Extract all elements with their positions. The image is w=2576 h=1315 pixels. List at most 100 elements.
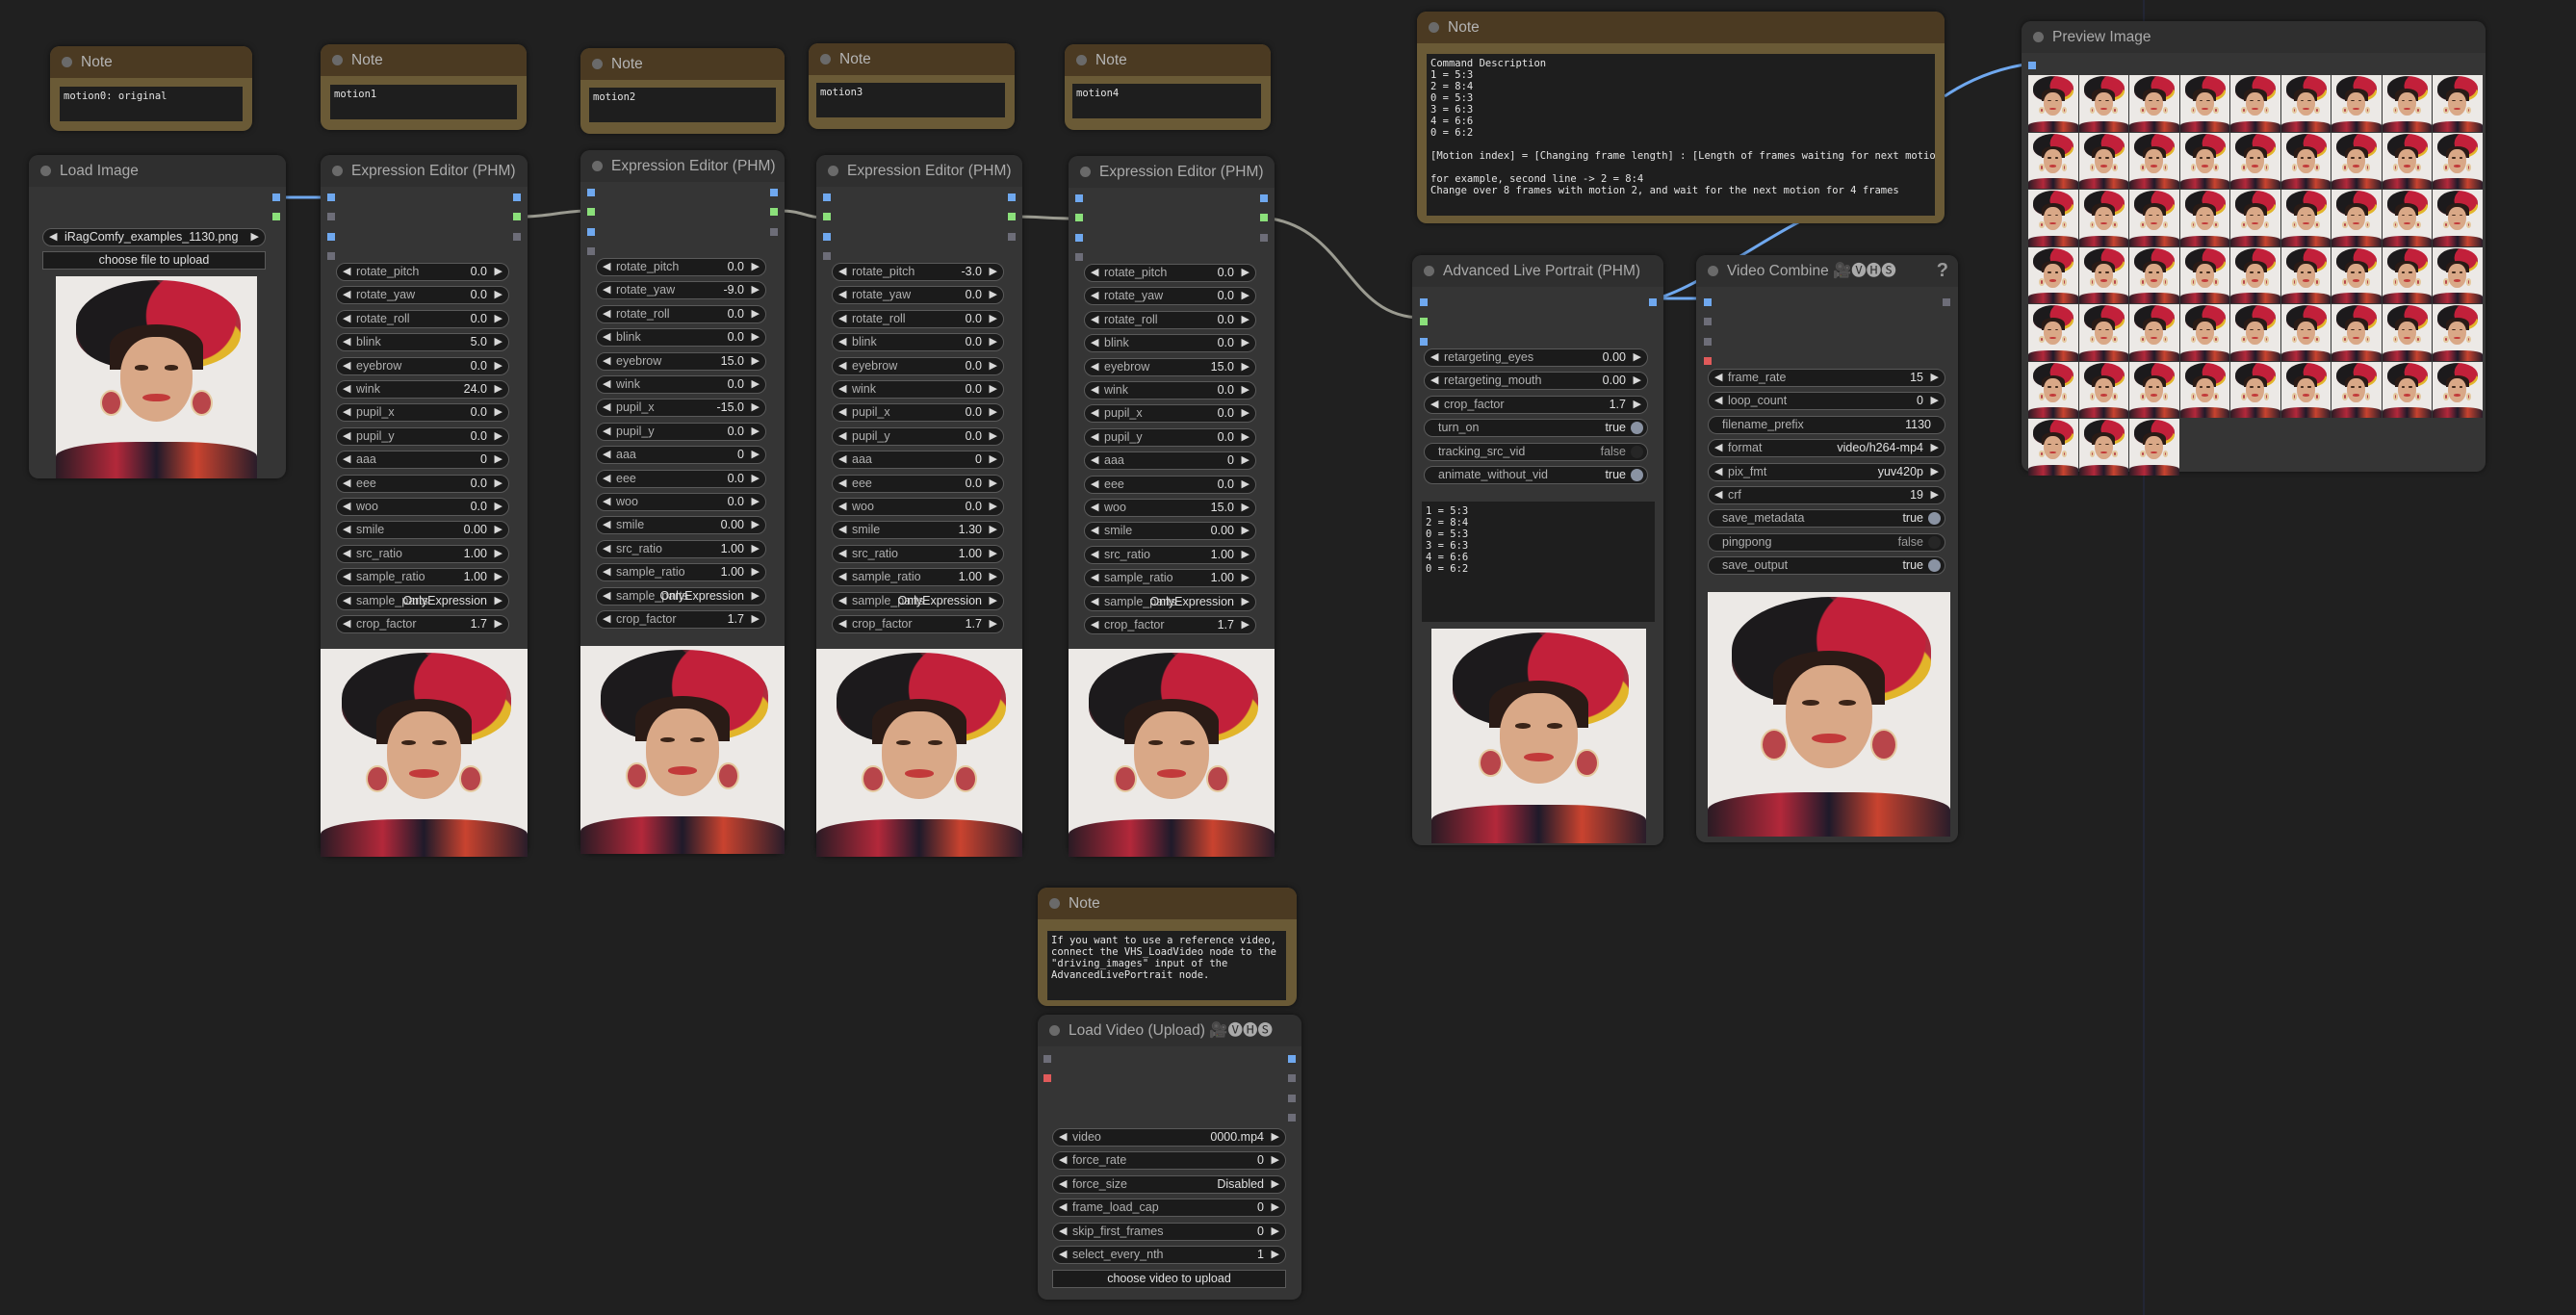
widget-rotate-pitch[interactable]: ◀ rotate_pitch 0.0 ▶ xyxy=(336,263,509,281)
widget-pupil-y[interactable]: ◀ pupil_y 0.0 ▶ xyxy=(596,422,766,441)
decrement-arrow-icon[interactable]: ◀ xyxy=(603,329,610,346)
collapse-dot[interactable] xyxy=(2033,32,2044,42)
increment-arrow-icon[interactable]: ▶ xyxy=(1242,335,1249,351)
widget-retargeting-mouth[interactable]: ◀ retargeting_mouth 0.00 ▶ xyxy=(1424,372,1648,391)
increment-arrow-icon[interactable]: ▶ xyxy=(990,381,997,398)
increment-arrow-icon[interactable]: ▶ xyxy=(990,593,997,609)
input-port-src-image[interactable] xyxy=(587,189,595,196)
expression-editor-3[interactable]: Expression Editor (PHM) ◀ rotate_pitch -… xyxy=(816,155,1022,857)
widget-blink[interactable]: ◀ blink 5.0 ▶ xyxy=(336,333,509,352)
output-port-save-exp[interactable] xyxy=(1260,234,1268,242)
widget-pupil-x[interactable]: ◀ pupil_x -15.0 ▶ xyxy=(596,399,766,418)
expression-editor-1[interactable]: Expression Editor (PHM) ◀ rotate_pitch 0… xyxy=(321,155,528,857)
widget-frame-rate[interactable]: ◀ frame_rate 15 ▶ xyxy=(1708,369,1945,387)
decrement-arrow-icon[interactable]: ◀ xyxy=(343,546,350,562)
note-motion2[interactable]: Note motion2 xyxy=(580,48,785,134)
widget-pupil-y[interactable]: ◀ pupil_y 0.0 ▶ xyxy=(832,426,1004,446)
decrement-arrow-icon[interactable]: ◀ xyxy=(603,259,610,275)
decrement-arrow-icon[interactable]: ◀ xyxy=(603,611,610,628)
widget-eyebrow[interactable]: ◀ eyebrow 15.0 ▶ xyxy=(1084,357,1256,376)
input-port-motion-link[interactable] xyxy=(823,213,831,220)
decrement-arrow-icon[interactable]: ◀ xyxy=(838,451,846,468)
output-port-mask[interactable] xyxy=(272,213,280,220)
widget-pix-fmt[interactable]: ◀ pix_fmt yuv420p ▶ xyxy=(1708,462,1945,481)
increment-arrow-icon[interactable]: ▶ xyxy=(495,569,502,585)
increment-arrow-icon[interactable]: ▶ xyxy=(1272,1176,1279,1193)
widget-src-ratio[interactable]: ◀ src_ratio 1.00 ▶ xyxy=(596,539,766,558)
widget-eee[interactable]: ◀ eee 0.0 ▶ xyxy=(596,469,766,488)
collapse-dot[interactable] xyxy=(332,166,343,176)
widget-src-ratio[interactable]: ◀ src_ratio 1.00 ▶ xyxy=(832,544,1004,563)
decrement-arrow-icon[interactable]: ◀ xyxy=(1059,1129,1067,1146)
widget-crop-factor[interactable]: ◀ crop_factor 1.7 ▶ xyxy=(832,615,1004,633)
decrement-arrow-icon[interactable]: ◀ xyxy=(1091,405,1098,422)
increment-arrow-icon[interactable]: ▶ xyxy=(1242,594,1249,610)
widget-woo[interactable]: ◀ woo 0.0 ▶ xyxy=(832,498,1004,516)
increment-arrow-icon[interactable]: ▶ xyxy=(495,616,502,632)
increment-arrow-icon[interactable]: ▶ xyxy=(752,541,760,557)
increment-arrow-icon[interactable]: ▶ xyxy=(1242,570,1249,586)
widget-pupil-x[interactable]: ◀ pupil_x 0.0 ▶ xyxy=(1084,404,1256,424)
widget-eee[interactable]: ◀ eee 0.0 ▶ xyxy=(336,474,509,493)
increment-arrow-icon[interactable]: ▶ xyxy=(495,334,502,350)
decrement-arrow-icon[interactable]: ◀ xyxy=(1091,617,1098,633)
decrement-arrow-icon[interactable]: ◀ xyxy=(603,424,610,440)
widget-eyebrow[interactable]: ◀ eyebrow 0.0 ▶ xyxy=(336,356,509,375)
collapse-dot[interactable] xyxy=(1429,22,1439,33)
increment-arrow-icon[interactable]: ▶ xyxy=(1634,373,1641,389)
widget-save-metadata[interactable]: save_metadata true xyxy=(1708,509,1945,529)
decrement-arrow-icon[interactable]: ◀ xyxy=(1091,477,1098,493)
increment-arrow-icon[interactable]: ▶ xyxy=(495,287,502,303)
decrement-arrow-icon[interactable]: ◀ xyxy=(1091,335,1098,351)
widget-aaa[interactable]: ◀ aaa 0 ▶ xyxy=(832,451,1004,470)
decrement-arrow-icon[interactable]: ◀ xyxy=(838,311,846,327)
output-port-motion-link[interactable] xyxy=(1008,213,1016,220)
input-port-motion-link[interactable] xyxy=(327,213,335,220)
widget-crop-factor[interactable]: ◀ crop_factor 1.7 ▶ xyxy=(336,615,509,633)
widget-aaa[interactable]: ◀ aaa 0 ▶ xyxy=(596,446,766,465)
input-port-src-images[interactable] xyxy=(1420,298,1428,306)
decrement-arrow-icon[interactable]: ◀ xyxy=(838,593,846,609)
decrement-arrow-icon[interactable]: ◀ xyxy=(1430,397,1438,413)
widget-animate-without-vid[interactable]: animate_without_vid true xyxy=(1424,466,1648,484)
input-port-src-image[interactable] xyxy=(1075,194,1083,202)
widget-force-rate[interactable]: ◀ force_rate 0 ▶ xyxy=(1052,1151,1286,1171)
note-motion4[interactable]: Note motion4 xyxy=(1065,44,1271,130)
widget-pupil-x[interactable]: ◀ pupil_x 0.0 ▶ xyxy=(336,403,509,423)
widget-loop-count[interactable]: ◀ loop_count 0 ▶ xyxy=(1708,392,1945,411)
widget-pupil-y[interactable]: ◀ pupil_y 0.0 ▶ xyxy=(1084,427,1256,447)
decrement-arrow-icon[interactable]: ◀ xyxy=(838,428,846,445)
increment-arrow-icon[interactable]: ▶ xyxy=(495,428,502,445)
note-motion1[interactable]: Note motion1 xyxy=(321,44,527,130)
increment-arrow-icon[interactable]: ▶ xyxy=(1931,464,1939,480)
output-port-image[interactable] xyxy=(1288,1055,1296,1063)
widget-sample-ratio[interactable]: ◀ sample_ratio 1.00 ▶ xyxy=(832,568,1004,587)
decrement-arrow-icon[interactable]: ◀ xyxy=(603,400,610,416)
increment-arrow-icon[interactable]: ▶ xyxy=(1272,1224,1279,1240)
output-port-motion-link[interactable] xyxy=(770,208,778,216)
input-port-images[interactable] xyxy=(1704,298,1712,306)
widget-aaa[interactable]: ◀ aaa 0 ▶ xyxy=(336,451,509,470)
widget-save-output[interactable]: save_output true xyxy=(1708,556,1945,576)
increment-arrow-icon[interactable]: ▶ xyxy=(752,611,760,628)
widget-wink[interactable]: ◀ wink 0.0 ▶ xyxy=(1084,381,1256,400)
widget-wink[interactable]: ◀ wink 24.0 ▶ xyxy=(336,380,509,399)
note-text[interactable]: motion0: original xyxy=(60,87,243,121)
widget-woo[interactable]: ◀ woo 0.0 ▶ xyxy=(596,493,766,511)
load-image-node[interactable]: Load Image ◀ iRagComfy_examples_1130.png… xyxy=(29,155,286,478)
widget-wink[interactable]: ◀ wink 0.0 ▶ xyxy=(596,375,766,394)
collapse-dot[interactable] xyxy=(1076,55,1087,65)
increment-arrow-icon[interactable]: ▶ xyxy=(752,400,760,416)
widget-rotate-pitch[interactable]: ◀ rotate_pitch 0.0 ▶ xyxy=(1084,264,1256,282)
increment-arrow-icon[interactable]: ▶ xyxy=(495,311,502,327)
output-port-audio[interactable] xyxy=(1288,1095,1296,1102)
decrement-arrow-icon[interactable]: ◀ xyxy=(343,358,350,374)
widget-eee[interactable]: ◀ eee 0.0 ▶ xyxy=(832,474,1004,493)
widget-blink[interactable]: ◀ blink 0.0 ▶ xyxy=(832,333,1004,352)
widget-crop-factor[interactable]: ◀ crop_factor 1.7 ▶ xyxy=(1424,395,1648,414)
widget-frame-load-cap[interactable]: ◀ frame_load_cap 0 ▶ xyxy=(1052,1199,1286,1218)
increment-arrow-icon[interactable]: ▶ xyxy=(990,569,997,585)
increment-arrow-icon[interactable]: ▶ xyxy=(1931,487,1939,503)
decrement-arrow-icon[interactable]: ◀ xyxy=(343,451,350,468)
input-port-sample-image[interactable] xyxy=(327,233,335,241)
